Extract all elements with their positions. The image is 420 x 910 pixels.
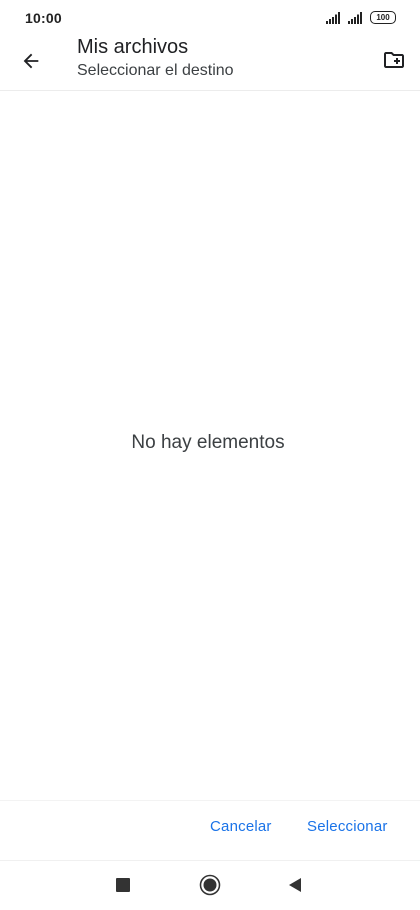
back-arrow-icon (23, 53, 39, 69)
navigation-bar (0, 860, 420, 910)
status-time: 10:00 (25, 10, 62, 26)
page-title: Mis archivos (77, 36, 189, 58)
new-folder-button[interactable] (376, 42, 412, 78)
new-folder-icon (384, 52, 404, 68)
home-button[interactable] (198, 873, 222, 897)
page-subtitle: Seleccionar el destino (77, 62, 234, 79)
select-button[interactable]: Seleccionar (307, 818, 388, 835)
status-bar: 10:00 100 (0, 0, 420, 36)
action-bar-divider (0, 800, 420, 801)
signal-icon (326, 12, 340, 24)
app-bar: Mis archivos Seleccionar el destino (0, 36, 420, 90)
nav-back-button[interactable] (283, 873, 307, 897)
back-button[interactable] (12, 42, 50, 80)
signal-icon (348, 12, 362, 24)
battery-icon: 100 (370, 11, 396, 24)
app-bar-divider (0, 90, 420, 91)
recents-square-icon (116, 878, 130, 892)
back-triangle-icon (289, 878, 301, 892)
empty-state-message: No hay elementos (131, 432, 285, 453)
cancel-button[interactable]: Cancelar (210, 818, 272, 835)
home-circle-icon (199, 874, 221, 896)
screen: 10:00 100 Mis archivos Seleccionar el de… (0, 0, 420, 910)
recents-button[interactable] (111, 873, 135, 897)
battery-level: 100 (376, 13, 390, 22)
